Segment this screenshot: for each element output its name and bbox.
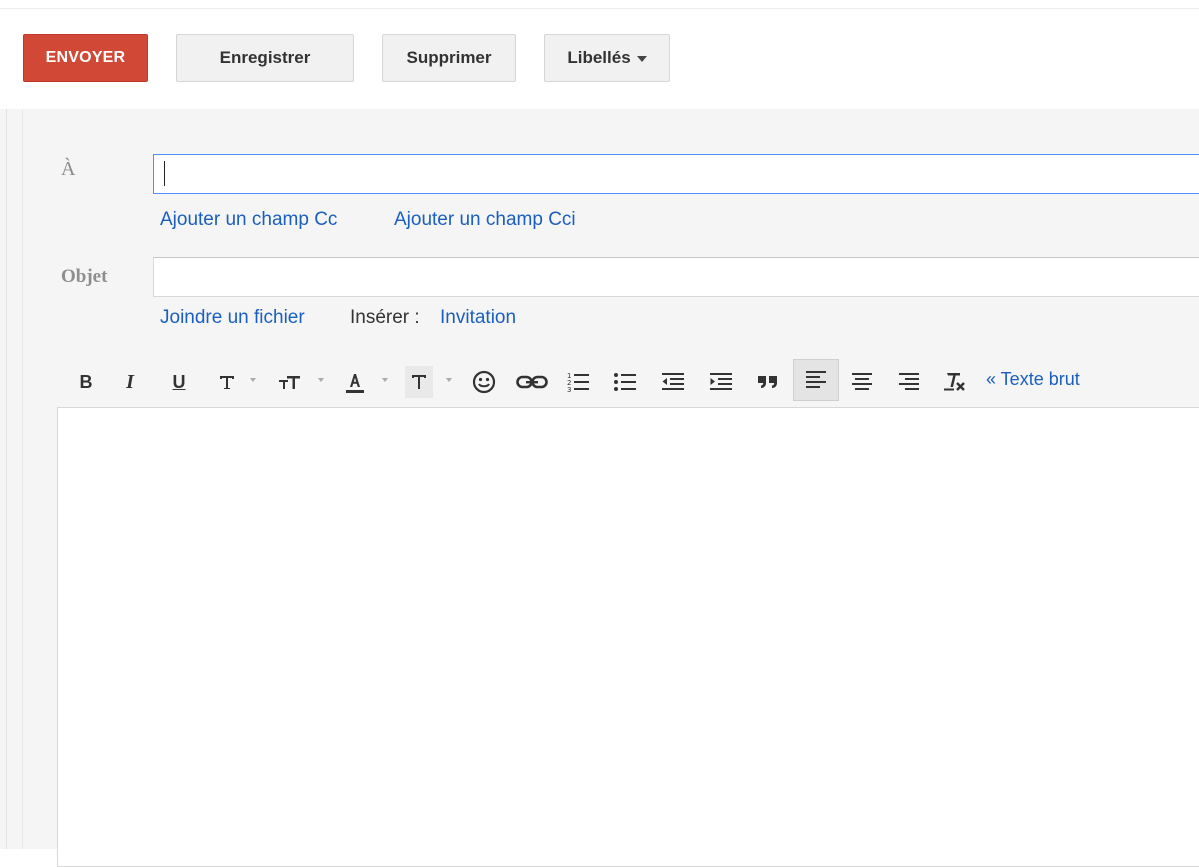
left-divider-inner xyxy=(22,109,23,849)
compose-toolbar: ENVOYER Enregistrer Supprimer Libellés xyxy=(0,8,1199,110)
bulleted-list-button[interactable] xyxy=(611,366,639,398)
underline-button[interactable]: U xyxy=(167,366,191,398)
font-size-button[interactable] xyxy=(277,366,303,398)
text-color-dropdown-icon[interactable] xyxy=(382,378,388,382)
chevron-down-icon xyxy=(636,55,647,62)
subject-label: Objet xyxy=(61,266,108,287)
align-right-button[interactable] xyxy=(895,366,923,398)
bulleted-list-icon xyxy=(614,373,636,391)
add-bcc-link[interactable]: Ajouter un champ Cci xyxy=(394,209,576,231)
italic-button[interactable]: I xyxy=(118,366,142,398)
to-input[interactable] xyxy=(153,154,1199,194)
indent-more-button[interactable] xyxy=(707,366,735,398)
left-divider xyxy=(6,109,7,849)
subject-input[interactable] xyxy=(153,257,1199,297)
labels-button-text: Libellés xyxy=(567,48,631,67)
indent-more-icon xyxy=(710,373,732,390)
quote-icon xyxy=(758,376,777,388)
font-size-icon xyxy=(279,376,300,389)
insert-label: Insérer : xyxy=(350,307,420,328)
message-body-editor[interactable] xyxy=(57,407,1199,867)
smiley-icon xyxy=(472,370,496,394)
link-button[interactable] xyxy=(514,366,550,398)
emoji-button[interactable] xyxy=(470,366,498,398)
text-color-button[interactable] xyxy=(341,366,369,398)
delete-button[interactable]: Supprimer xyxy=(382,34,516,82)
align-left-button[interactable] xyxy=(793,359,839,401)
text-cursor xyxy=(164,161,165,186)
font-family-dropdown-icon[interactable] xyxy=(250,378,256,382)
link-icon xyxy=(516,375,548,389)
svg-text:3: 3 xyxy=(567,386,571,394)
font-icon xyxy=(220,376,234,389)
align-center-button[interactable] xyxy=(848,366,876,398)
to-label: À xyxy=(61,158,76,180)
highlight-icon xyxy=(412,375,426,389)
indent-less-button[interactable] xyxy=(659,366,687,398)
attach-file-link[interactable]: Joindre un fichier xyxy=(160,307,305,329)
numbered-list-icon: 123 xyxy=(567,372,589,394)
remove-formatting-button[interactable] xyxy=(940,366,970,398)
align-center-icon xyxy=(852,373,872,390)
indent-less-icon xyxy=(662,373,684,390)
text-color-icon xyxy=(346,374,364,393)
labels-dropdown-button[interactable]: Libellés xyxy=(544,34,670,82)
send-button[interactable]: ENVOYER xyxy=(23,34,148,82)
remove-formatting-icon xyxy=(944,373,965,391)
bold-button[interactable]: B xyxy=(74,366,98,398)
font-family-button[interactable] xyxy=(215,366,239,398)
add-cc-link[interactable]: Ajouter un champ Cc xyxy=(160,209,337,231)
quote-button[interactable] xyxy=(754,366,782,398)
align-left-icon xyxy=(806,371,826,388)
align-right-icon xyxy=(899,373,919,390)
save-button[interactable]: Enregistrer xyxy=(176,34,354,82)
numbered-list-button[interactable]: 123 xyxy=(564,366,592,398)
highlight-color-button[interactable] xyxy=(405,366,433,398)
plain-text-mode-link[interactable]: « Texte brut xyxy=(986,369,1080,390)
insert-invitation-link[interactable]: Invitation xyxy=(440,307,516,329)
highlight-dropdown-icon[interactable] xyxy=(446,378,452,382)
font-size-dropdown-icon[interactable] xyxy=(318,378,324,382)
